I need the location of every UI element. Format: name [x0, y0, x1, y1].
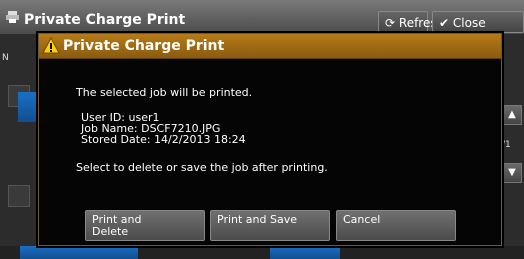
- scroll-down-icon: ▼: [508, 167, 516, 178]
- refresh-icon: ⟳: [385, 16, 396, 30]
- page-indicator: /1: [502, 140, 511, 150]
- print-and-save-button[interactable]: Print and Save: [210, 210, 330, 241]
- cancel-button[interactable]: Cancel: [336, 210, 456, 241]
- dialog-prompt: Select to delete or save the job after p…: [76, 161, 328, 174]
- stored-date-text: Stored Date: 14/2/2013 18:24: [81, 133, 246, 146]
- printer-icon: [6, 10, 19, 23]
- background-list-item[interactable]: [8, 185, 30, 207]
- background-selected-row[interactable]: [18, 92, 36, 122]
- background-header: Private Charge Print ⟳ Refresh ✔ Close: [0, 0, 524, 35]
- background-bottom-tab[interactable]: [20, 246, 138, 259]
- warning-icon: [42, 36, 60, 55]
- background-title: Private Charge Print: [24, 12, 186, 28]
- refresh-button[interactable]: ⟳ Refresh: [378, 11, 444, 33]
- dialog-header: Private Charge Print: [39, 34, 501, 59]
- close-icon: ✔: [439, 16, 450, 30]
- background-bottom-bar: [0, 246, 524, 259]
- print-and-delete-button[interactable]: Print and Delete: [85, 210, 205, 241]
- dialog-message: The selected job will be printed.: [76, 86, 253, 99]
- scroll-up-icon: ▲: [508, 109, 516, 120]
- background-left-strip: N: [0, 35, 36, 259]
- close-button[interactable]: ✔ Close: [432, 11, 524, 33]
- scroll-down-button[interactable]: ▼: [502, 163, 522, 183]
- scroll-up-button[interactable]: ▲: [502, 105, 522, 125]
- private-charge-print-dialog: Private Charge Print The selected job wi…: [38, 33, 502, 246]
- background-bottom-tab[interactable]: [270, 246, 340, 259]
- background-side-label: N: [2, 53, 9, 63]
- dialog-title: Private Charge Print: [63, 38, 225, 54]
- close-label: Close: [452, 16, 486, 30]
